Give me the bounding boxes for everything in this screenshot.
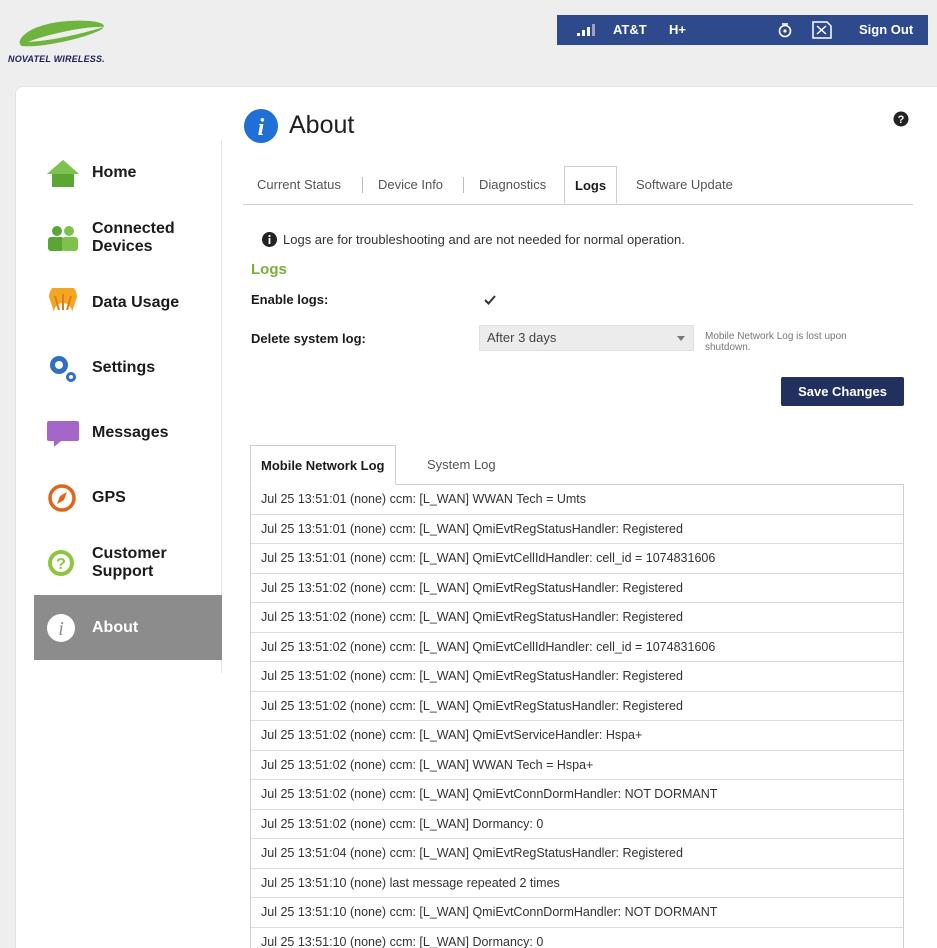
logs-section-title: Logs — [251, 261, 287, 278]
sidebar-item-connected-devices[interactable]: Connected Devices — [34, 205, 222, 270]
sidebar-item-data-usage[interactable]: Data Usage — [34, 270, 222, 335]
sidebar-item-label: Data Usage — [92, 293, 180, 311]
log-entry: Jul 25 13:51:01 (none) ccm: [L_WAN] WWAN… — [251, 485, 903, 515]
tab-software-update[interactable]: Software Update — [636, 166, 733, 204]
brand-name: NOVATEL WIRELESS. — [8, 54, 105, 64]
log-entry: Jul 25 13:51:02 (none) ccm: [L_WAN] Dorm… — [251, 809, 903, 839]
hotspot-icon[interactable] — [778, 22, 792, 38]
sidebar-item-about[interactable]: i About — [34, 595, 222, 660]
log-entry: Jul 25 13:51:02 (none) ccm: [L_WAN] QmiE… — [251, 780, 903, 810]
tab-separator — [362, 177, 363, 193]
network-type: H+ — [669, 22, 686, 37]
log-entry: Jul 25 13:51:01 (none) ccm: [L_WAN] QmiE… — [251, 544, 903, 574]
page-title: About — [289, 111, 355, 139]
data-usage-icon — [49, 287, 77, 312]
delete-log-select[interactable]: After 3 days — [479, 325, 694, 351]
sidebar-nav: Home Connected Devices Data Usage Settin… — [34, 140, 222, 660]
log-entry: Jul 25 13:51:02 (none) ccm: [L_WAN] QmiE… — [251, 632, 903, 662]
logs-info-message: Logs are for troubleshooting and are not… — [262, 232, 685, 247]
sign-out-link[interactable]: Sign Out — [859, 15, 913, 45]
sidebar-item-label: About — [92, 618, 139, 636]
sidebar-item-label: Customer Support — [92, 544, 167, 580]
settings-icon — [50, 355, 76, 382]
sidebar-item-settings[interactable]: Settings — [34, 335, 222, 400]
delete-log-note: Mobile Network Log is lost upon shutdown… — [705, 331, 847, 353]
tab-diagnostics[interactable]: Diagnostics — [479, 166, 546, 204]
about-icon: i — [47, 613, 75, 642]
log-list[interactable]: Jul 25 13:51:01 (none) ccm: [L_WAN] WWAN… — [250, 484, 904, 948]
log-entry: Jul 25 13:51:02 (none) ccm: [L_WAN] QmiE… — [251, 662, 903, 692]
log-entry: Jul 25 13:51:10 (none) ccm: [L_WAN] QmiE… — [251, 898, 903, 928]
sidebar-item-label: GPS — [92, 488, 126, 506]
delete-log-label: Delete system log: — [251, 331, 366, 346]
svg-text:?: ? — [56, 556, 66, 573]
log-entry: Jul 25 13:51:02 (none) ccm: [L_WAN] QmiE… — [251, 721, 903, 751]
tab-device-info[interactable]: Device Info — [378, 166, 443, 204]
sidebar-item-messages[interactable]: Messages — [34, 400, 222, 465]
log-entry: Jul 25 13:51:02 (none) ccm: [L_WAN] QmiE… — [251, 573, 903, 603]
carrier-name: AT&T — [613, 22, 647, 37]
sidebar-item-label: Connected Devices — [92, 219, 175, 255]
tab-mobile-network-log[interactable]: Mobile Network Log — [250, 445, 396, 485]
log-entry: Jul 25 13:51:10 (none) last message repe… — [251, 868, 903, 898]
novatel-logo: NOVATEL WIRELESS. — [8, 18, 148, 70]
connected-devices-icon — [48, 225, 78, 251]
enable-logs-label: Enable logs: — [251, 292, 329, 307]
delete-log-value: After 3 days — [487, 330, 557, 345]
sidebar-item-label: Messages — [92, 423, 169, 441]
enable-logs-checkbox[interactable] — [482, 292, 498, 308]
sidebar-item-label: Settings — [92, 358, 156, 376]
save-changes-button[interactable]: Save Changes — [781, 377, 904, 406]
sim-icon — [812, 21, 832, 39]
signal-bars-icon — [577, 24, 595, 36]
sidebar-item-label: Home — [92, 163, 137, 181]
chevron-down-icon — [677, 336, 685, 341]
help-icon[interactable]: ? — [893, 111, 909, 127]
tab-separator — [463, 177, 464, 193]
tab-logs[interactable]: Logs — [564, 166, 618, 204]
home-icon — [47, 159, 79, 187]
about-page-icon: i — [244, 109, 278, 143]
log-entry: Jul 25 13:51:10 (none) ccm: [L_WAN] Dorm… — [251, 927, 903, 948]
svg-text:i: i — [258, 115, 265, 141]
customer-support-icon: ? — [48, 549, 74, 576]
about-tabs: Current Status Device Info Diagnostics L… — [243, 166, 913, 205]
log-entry: Jul 25 13:51:01 (none) ccm: [L_WAN] QmiE… — [251, 514, 903, 544]
svg-text:?: ? — [898, 114, 905, 126]
log-entry: Jul 25 13:51:02 (none) ccm: [L_WAN] WWAN… — [251, 750, 903, 780]
tab-current-status[interactable]: Current Status — [257, 166, 341, 204]
log-tabs: Mobile Network Log System Log — [250, 445, 904, 485]
svg-text:i: i — [58, 618, 64, 640]
sidebar-item-home[interactable]: Home — [34, 140, 222, 205]
log-entry: Jul 25 13:51:02 (none) ccm: [L_WAN] QmiE… — [251, 691, 903, 721]
messages-icon — [47, 420, 79, 447]
logo-swoosh-icon — [19, 20, 104, 47]
tab-system-log[interactable]: System Log — [427, 445, 496, 485]
status-bar: AT&T H+ Sign Out — [557, 15, 928, 45]
sidebar-item-gps[interactable]: GPS — [34, 465, 222, 530]
log-entry: Jul 25 13:51:04 (none) ccm: [L_WAN] QmiE… — [251, 839, 903, 869]
log-entry: Jul 25 13:51:02 (none) ccm: [L_WAN] QmiE… — [251, 603, 903, 633]
sidebar-item-customer-support[interactable]: ? Customer Support — [34, 530, 222, 595]
gps-icon — [48, 483, 76, 512]
info-text: Logs are for troubleshooting and are not… — [283, 232, 685, 247]
info-icon — [262, 232, 277, 247]
